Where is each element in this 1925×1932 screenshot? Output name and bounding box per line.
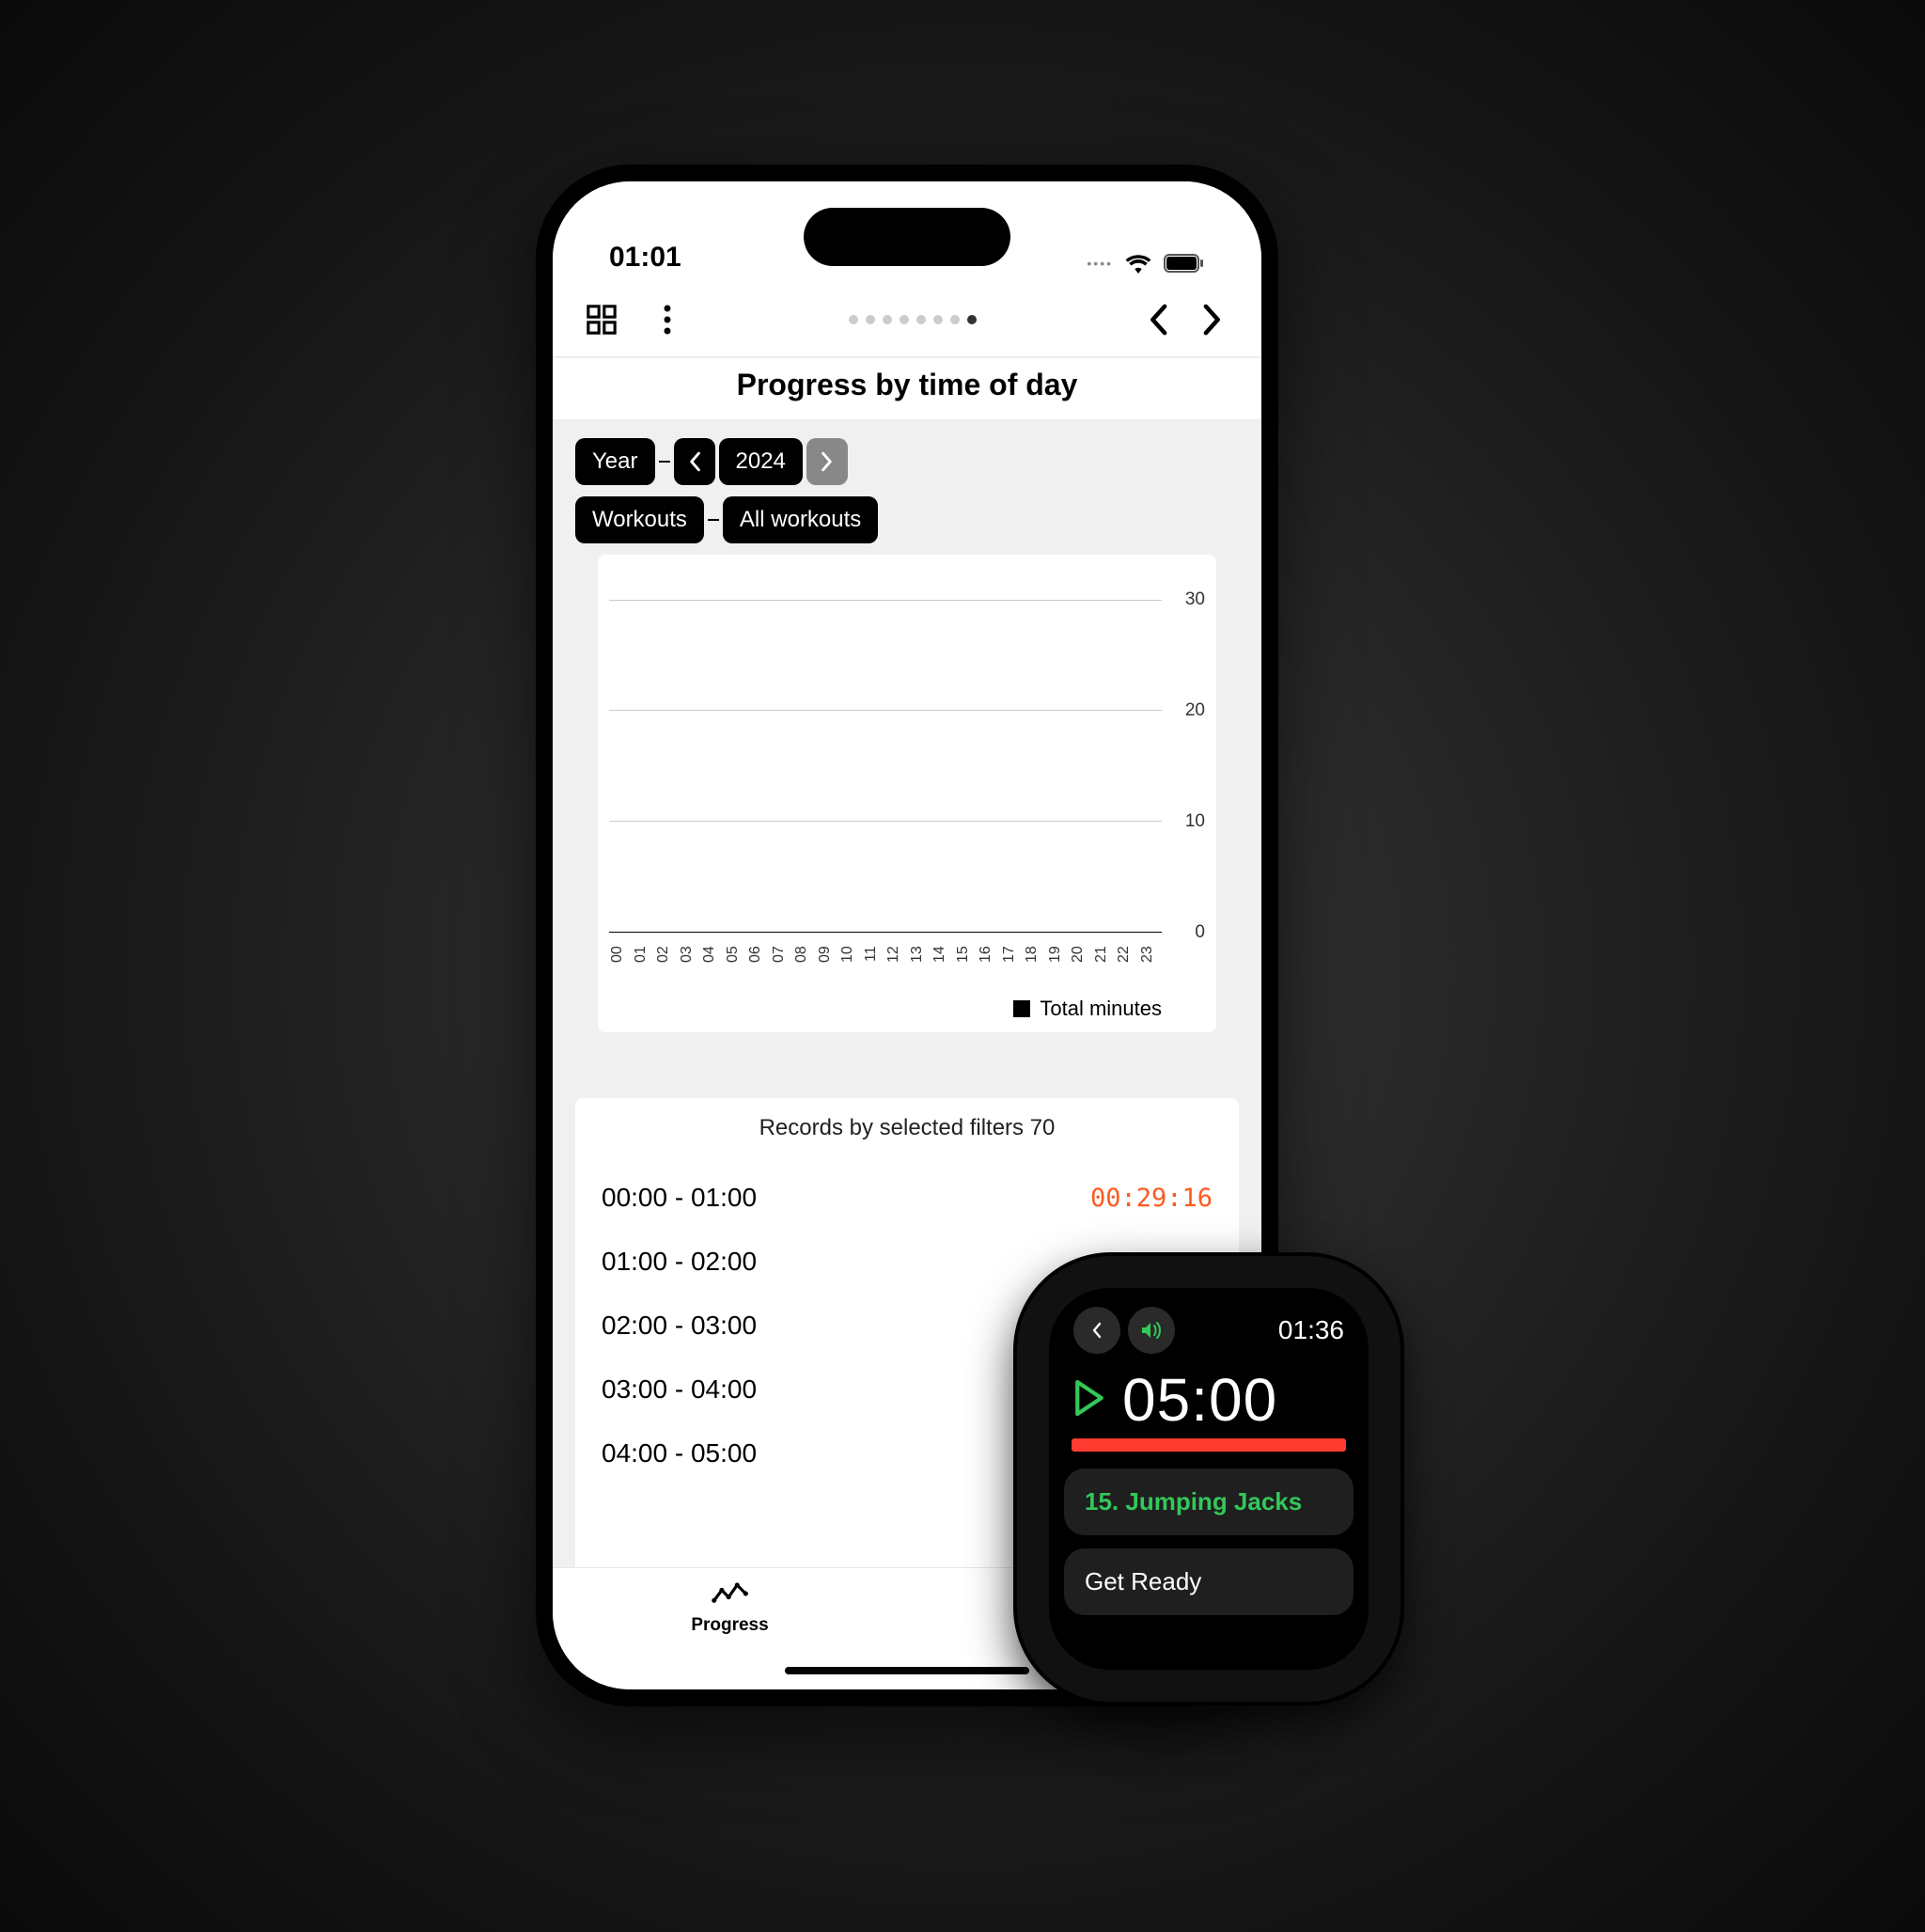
x-tick: 04 (701, 933, 725, 980)
grid-icon[interactable] (581, 299, 622, 340)
watch-progress-bar[interactable] (1072, 1438, 1346, 1452)
x-tick: 18 (1024, 933, 1047, 980)
cellular-icon: •••• (1087, 256, 1113, 271)
record-range: 03:00 - 04:00 (602, 1374, 757, 1405)
watch-screen: 01:36 05:00 15. Jumping Jacks Get Ready (1049, 1288, 1369, 1670)
record-range: 02:00 - 03:00 (602, 1311, 757, 1341)
home-indicator[interactable] (785, 1667, 1029, 1674)
x-tick: 02 (655, 933, 679, 980)
x-tick: 17 (1001, 933, 1025, 980)
progress-icon (712, 1576, 749, 1613)
record-range: 04:00 - 05:00 (602, 1438, 757, 1469)
x-tick: 21 (1093, 933, 1117, 980)
tab-progress-label: Progress (691, 1615, 768, 1636)
watch-frame: 01:36 05:00 15. Jumping Jacks Get Ready (1017, 1256, 1401, 1702)
record-value: 00:29:16 (1090, 1184, 1213, 1213)
y-tick: 30 (1185, 589, 1205, 610)
y-tick: 20 (1185, 700, 1205, 721)
x-tick: 16 (978, 933, 1001, 980)
x-tick: 20 (1070, 933, 1093, 980)
year-next-button[interactable] (806, 438, 848, 485)
x-tick: 05 (725, 933, 748, 980)
toolbar (553, 283, 1261, 358)
prev-page-button[interactable] (1137, 299, 1179, 340)
watch-top-bar: 01:36 (1064, 1303, 1354, 1363)
page-indicator[interactable] (849, 315, 977, 324)
year-prev-button[interactable] (674, 438, 715, 485)
watch-play-button[interactable] (1073, 1379, 1111, 1422)
x-tick: 07 (771, 933, 794, 980)
watch-timer-value: 05:00 (1122, 1365, 1277, 1435)
page-title-bar: Progress by time of day (553, 358, 1261, 421)
legend-swatch-icon (1013, 1000, 1030, 1017)
watch-next-label[interactable]: Get Ready (1064, 1548, 1354, 1615)
chart-area: 0102030 00010203040506070809101112131415… (609, 566, 1205, 980)
chart-card: 0102030 00010203040506070809101112131415… (598, 555, 1216, 1032)
next-page-button[interactable] (1192, 299, 1233, 340)
wifi-icon (1124, 253, 1152, 274)
x-tick: 01 (633, 933, 656, 980)
x-tick: 06 (747, 933, 771, 980)
x-tick: 00 (609, 933, 633, 980)
status-right: •••• (1087, 253, 1205, 274)
watch-current-exercise[interactable]: 15. Jumping Jacks (1064, 1469, 1354, 1535)
y-tick: 0 (1195, 922, 1205, 943)
x-tick: 08 (793, 933, 817, 980)
x-tick: 14 (931, 933, 955, 980)
x-tick: 22 (1116, 933, 1139, 980)
legend-label: Total minutes (1040, 997, 1162, 1021)
year-value-pill[interactable]: 2024 (719, 438, 803, 485)
x-tick: 23 (1139, 933, 1163, 980)
filter-area: Year 2024 Workouts All workouts (553, 421, 1261, 1070)
x-tick: 15 (955, 933, 978, 980)
workouts-filter-row: Workouts All workouts (575, 496, 1239, 543)
record-range: 01:00 - 02:00 (602, 1247, 757, 1277)
chart-legend: Total minutes (609, 991, 1205, 1021)
year-label-pill[interactable]: Year (575, 438, 655, 485)
x-tick: 19 (1047, 933, 1071, 980)
status-time: 01:01 (609, 242, 681, 274)
records-header: Records by selected filters 70 (602, 1115, 1213, 1141)
y-axis: 0102030 (1167, 577, 1205, 933)
y-tick: 10 (1185, 811, 1205, 832)
record-range: 00:00 - 01:00 (602, 1183, 757, 1213)
watch-time: 01:36 (1278, 1315, 1344, 1345)
watch-timer-row: 05:00 (1064, 1363, 1354, 1438)
more-vertical-icon[interactable] (647, 299, 688, 340)
x-axis: 0001020304050607080910111213141516171819… (609, 933, 1162, 980)
chart-plot (609, 577, 1162, 933)
watch-back-button[interactable] (1073, 1307, 1120, 1354)
year-filter-row: Year 2024 (575, 438, 1239, 485)
watch-sound-button[interactable] (1128, 1307, 1175, 1354)
dynamic-island (804, 208, 1010, 266)
page-title: Progress by time of day (553, 368, 1261, 402)
x-tick: 09 (817, 933, 840, 980)
x-tick: 10 (839, 933, 863, 980)
x-tick: 13 (909, 933, 932, 980)
x-tick: 03 (679, 933, 702, 980)
battery-icon (1164, 253, 1205, 274)
workouts-value-pill[interactable]: All workouts (723, 496, 878, 543)
record-row[interactable]: 00:00 - 01:00 00:29:16 (602, 1166, 1213, 1230)
x-tick: 11 (863, 933, 886, 980)
x-tick: 12 (885, 933, 909, 980)
workouts-label-pill[interactable]: Workouts (575, 496, 704, 543)
